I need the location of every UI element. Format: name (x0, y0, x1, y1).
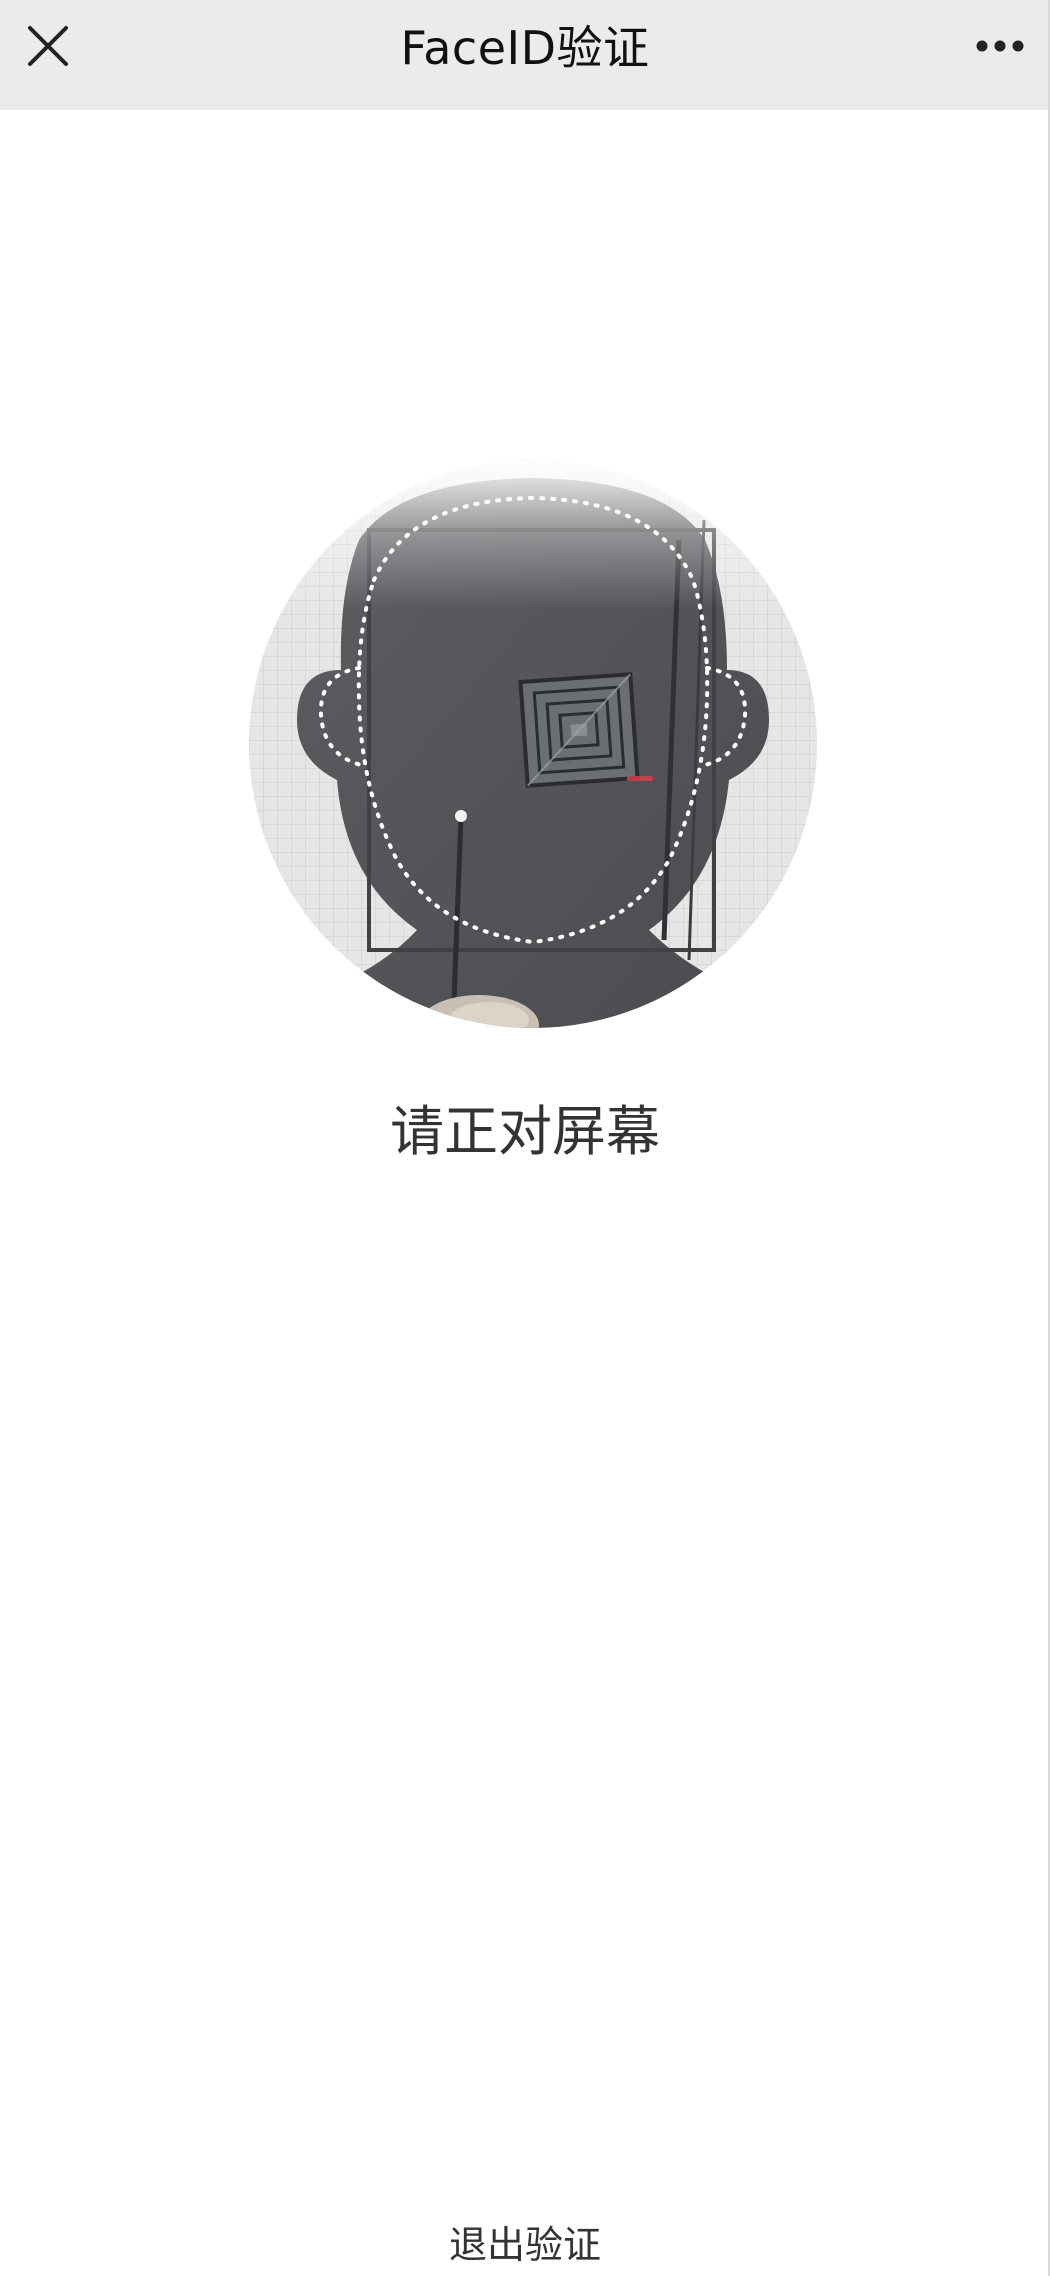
camera-preview (249, 460, 817, 1028)
instruction-text: 请正对屏幕 (390, 1100, 660, 1163)
faceid-verification-screen: FaceID验证 请正对屏幕 退出验证 (0, 0, 1050, 2276)
more-icon (976, 40, 1024, 52)
exit-verification-button[interactable]: 退出验证 (0, 2222, 1050, 2268)
more-button[interactable] (968, 16, 1032, 76)
navigation-bar: FaceID验证 (0, 0, 1050, 110)
face-outline-overlay (249, 460, 817, 1028)
page-title: FaceID验证 (400, 21, 650, 75)
